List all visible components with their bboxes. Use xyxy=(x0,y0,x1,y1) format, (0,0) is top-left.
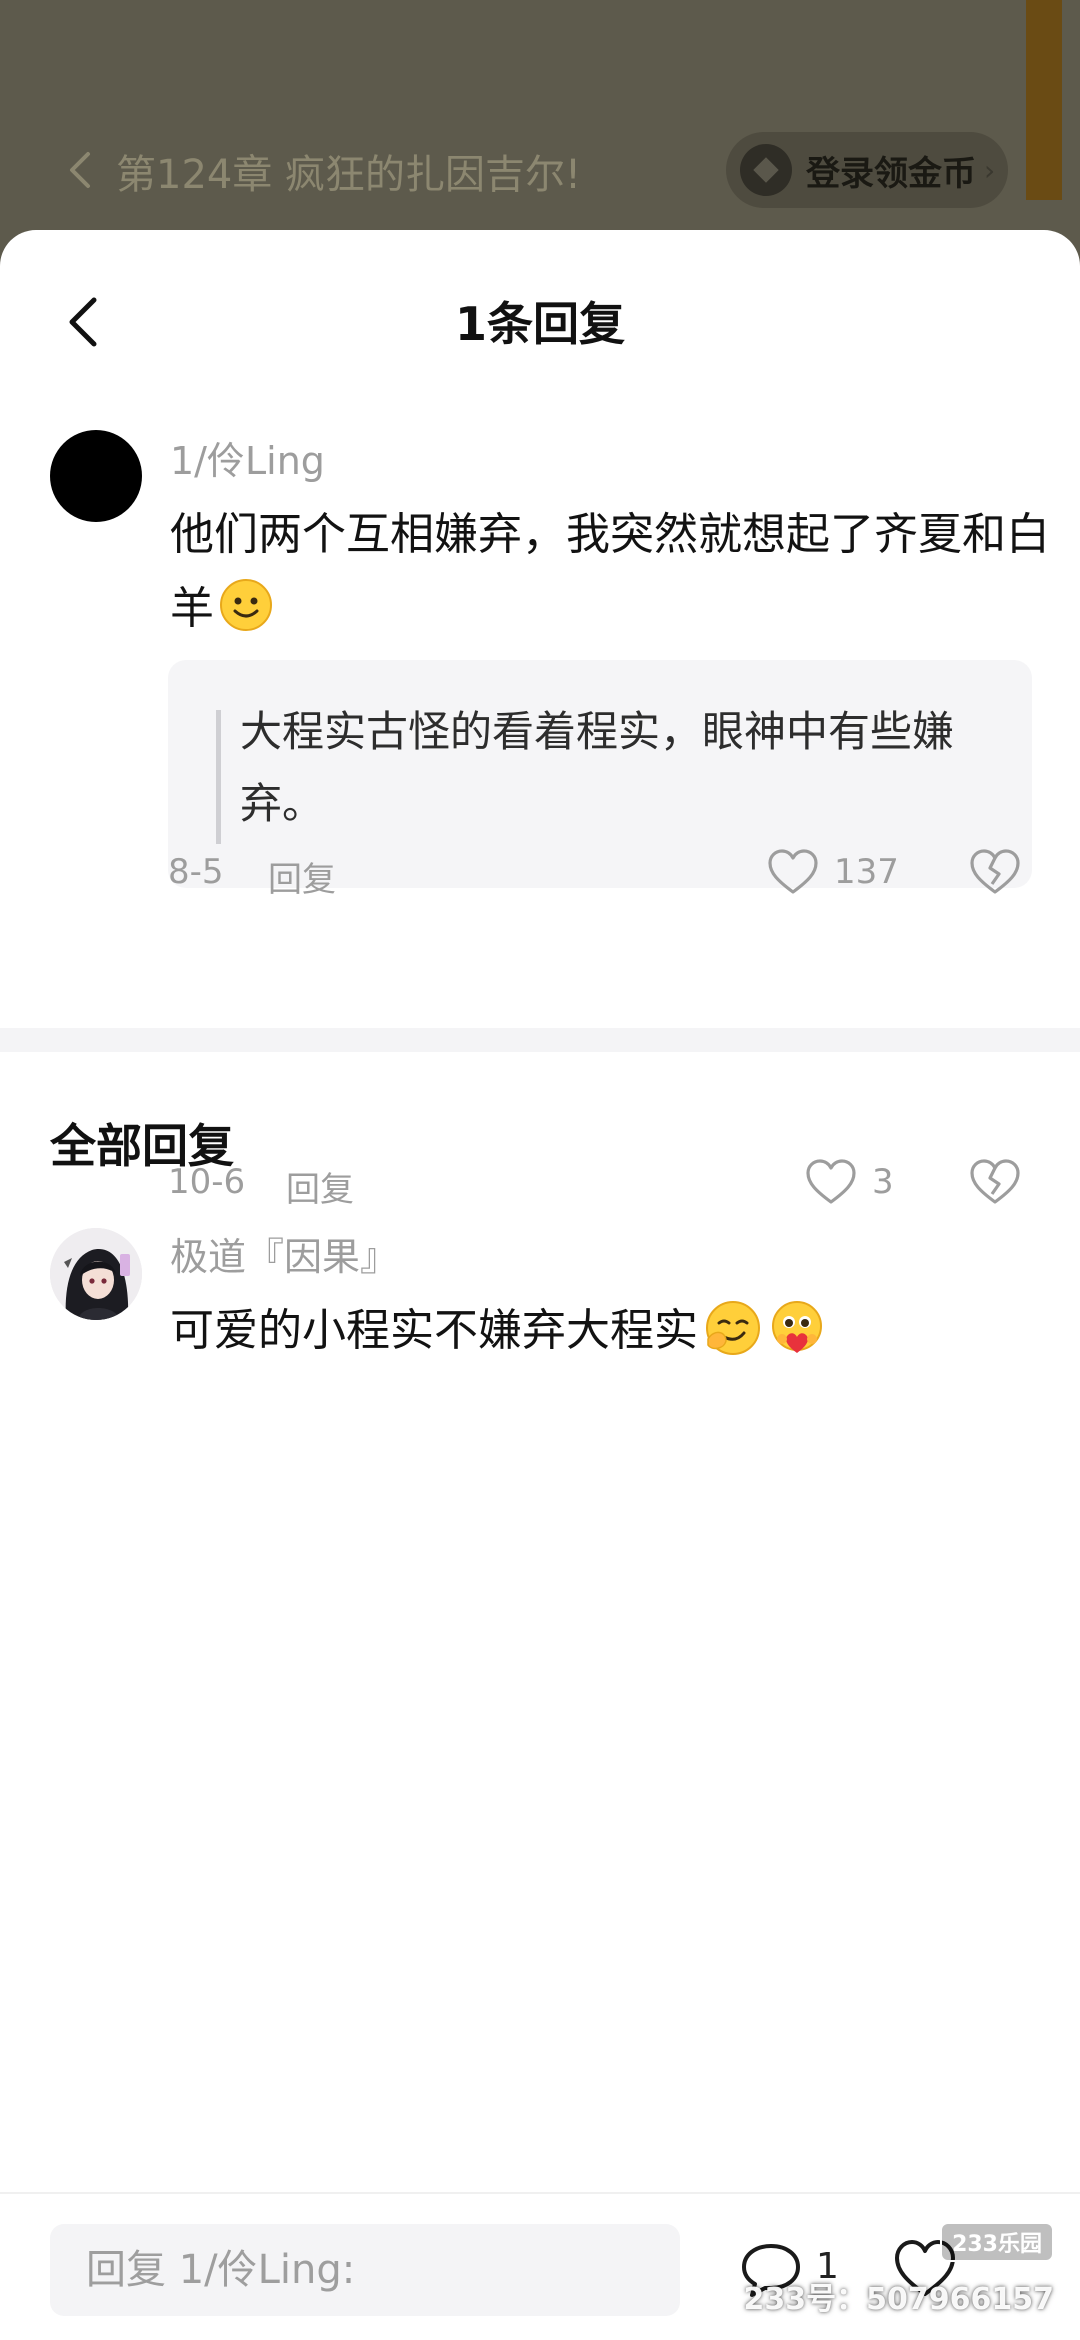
comment-body: 他们两个互相嫌弃，我突然就想起了齐夏和白羊 xyxy=(170,509,1050,634)
smirk-emoji-icon xyxy=(706,1301,760,1355)
broken-heart-icon[interactable] xyxy=(968,848,1022,896)
like-count: 3 xyxy=(872,1162,894,1202)
comment-date: 8-5 xyxy=(168,852,224,892)
reply-text: 可爱的小程实不嫌弃大程实 xyxy=(170,1294,826,1368)
reader-header: 第124章 疯狂的扎因吉尔! 登录领金币 › xyxy=(0,0,1080,240)
avatar[interactable] xyxy=(50,430,142,522)
bookmark-ribbon[interactable] xyxy=(1026,0,1062,200)
watermark-logo: 233乐园 xyxy=(940,2222,1054,2262)
chapter-title: 第124章 疯狂的扎因吉尔! xyxy=(116,152,582,198)
reply-body: 可爱的小程实不嫌弃大程实 xyxy=(170,1305,698,1356)
comment-text: 他们两个互相嫌弃，我突然就想起了齐夏和白羊 xyxy=(170,498,1050,646)
heart-outline-icon[interactable] xyxy=(804,1158,858,1206)
sheet-title: 1条回复 xyxy=(454,297,625,351)
reply-button[interactable]: 回复 xyxy=(268,852,336,901)
reply-date: 10-6 xyxy=(168,1162,246,1202)
chevron-right-icon: › xyxy=(984,153,996,187)
reply-input[interactable] xyxy=(50,2224,680,2316)
chevron-left-icon[interactable] xyxy=(66,150,96,190)
bottom-reply-bar: 1 233乐园 233号：507966157 xyxy=(0,2192,1080,2340)
reply-username[interactable]: 极道『因果』 xyxy=(170,1226,398,1281)
coin-icon xyxy=(740,144,792,196)
broken-heart-icon[interactable] xyxy=(968,1158,1022,1206)
quote-text: 大程实古怪的看着程实，眼神中有些嫌弃。 xyxy=(240,707,955,828)
anime-avatar-image xyxy=(50,1228,142,1320)
section-divider xyxy=(0,1028,1080,1052)
avatar[interactable] xyxy=(50,1228,142,1320)
quote-bar xyxy=(216,710,221,844)
reply-sheet: 1条回复 1/伶Ling 他们两个互相嫌弃，我突然就想起了齐夏和白羊 大程实古怪… xyxy=(0,230,1080,2340)
heart-outline-icon[interactable] xyxy=(766,848,820,896)
smile-emoji-icon xyxy=(220,579,272,631)
login-coin-button[interactable]: 登录领金币 › xyxy=(726,132,1008,208)
login-label: 登录领金币 xyxy=(806,153,976,194)
watermark-id: 233号：507966157 xyxy=(743,2282,1055,2317)
comment-username[interactable]: 1/伶Ling xyxy=(170,430,325,485)
like-count: 137 xyxy=(834,852,899,892)
heart-hug-emoji-icon xyxy=(772,1301,822,1353)
reply-button[interactable]: 回复 xyxy=(286,1162,354,1211)
